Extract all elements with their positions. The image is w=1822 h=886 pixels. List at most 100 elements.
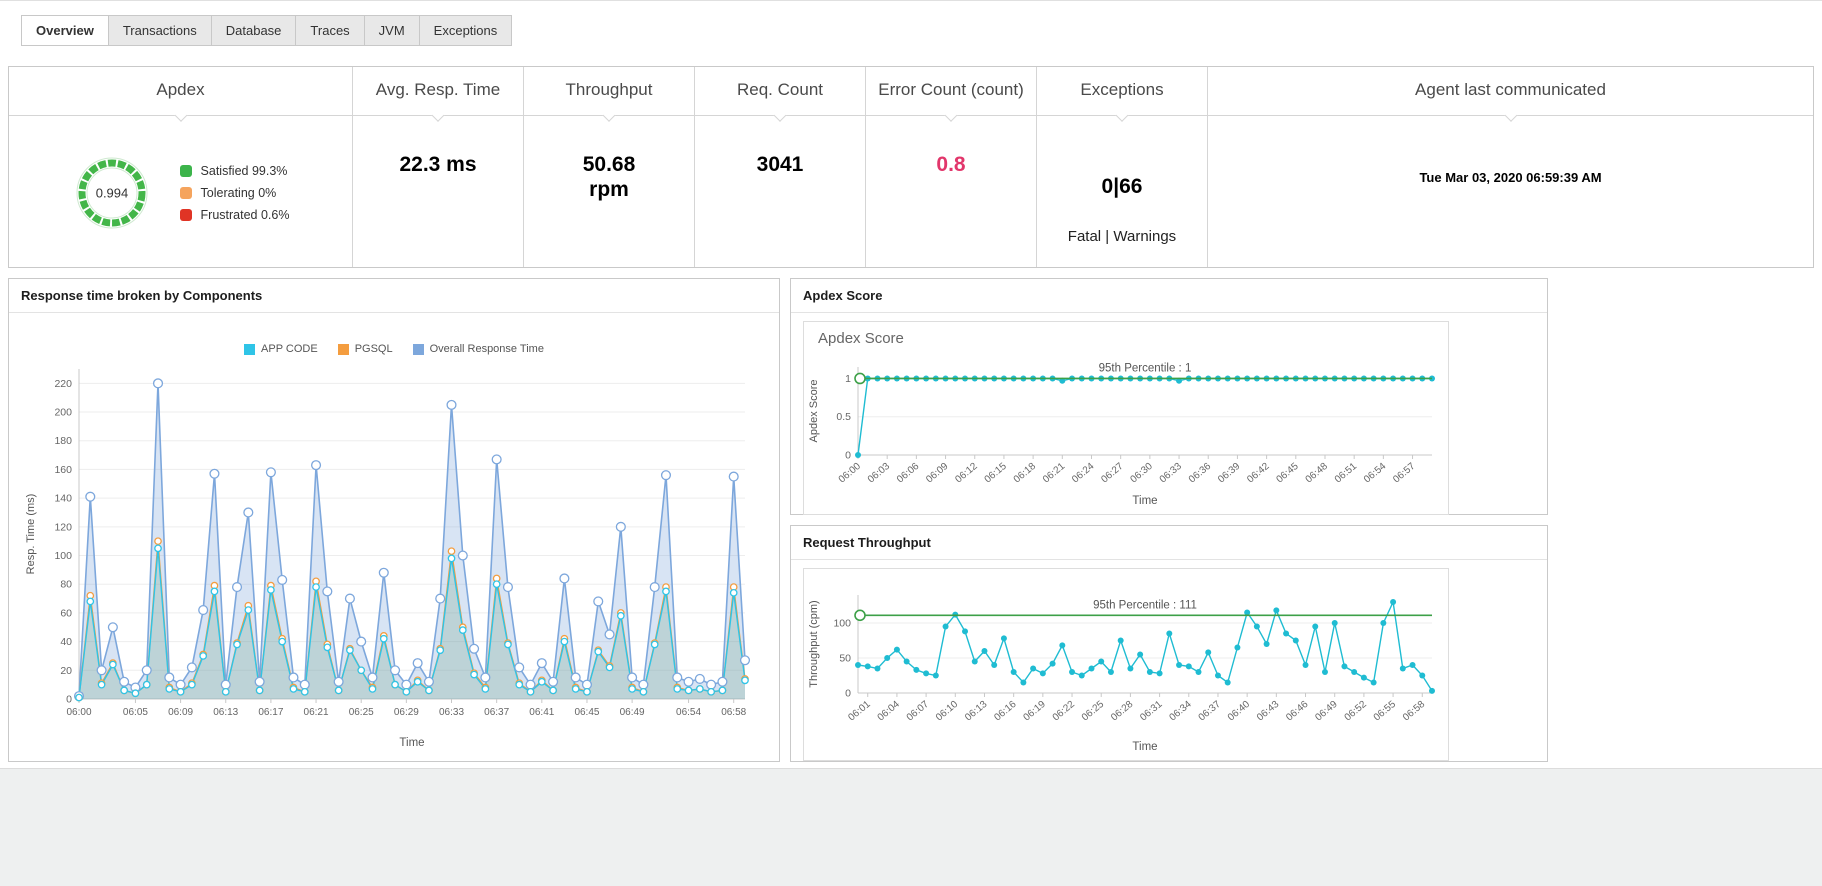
card-avg-resp-title: Avg. Resp. Time: [353, 67, 523, 116]
svg-text:06:46: 06:46: [1284, 699, 1311, 724]
svg-text:06:17: 06:17: [258, 707, 283, 718]
svg-text:140: 140: [54, 493, 72, 505]
main-content: Response time broken by Components APP C…: [8, 278, 1814, 762]
svg-text:06:37: 06:37: [1197, 699, 1224, 724]
svg-text:Throughput (cpm): Throughput (cpm): [808, 600, 820, 687]
svg-text:06:24: 06:24: [1070, 461, 1097, 486]
legend-swatch: [412, 343, 424, 355]
svg-text:0: 0: [845, 450, 851, 462]
svg-text:06:49: 06:49: [620, 707, 645, 718]
svg-text:06:42: 06:42: [1245, 461, 1272, 486]
apdex-legend-satisfied: Satisfied 99.3%: [179, 164, 290, 178]
legend-label: Overall Response Time: [429, 343, 544, 355]
svg-text:50: 50: [839, 653, 851, 665]
card-error-count-title: Error Count (count): [866, 67, 1036, 116]
apdex-score-panel-title: Apdex Score: [791, 279, 1547, 313]
legend-label: PGSQL: [354, 343, 393, 355]
svg-text:220: 220: [54, 378, 72, 390]
tab-exceptions[interactable]: Exceptions: [418, 15, 513, 46]
svg-text:06:39: 06:39: [1216, 461, 1243, 486]
exceptions-sub-label: Fatal | Warnings: [1067, 227, 1177, 245]
panel-apdex-score: Apdex Score Apdex Score 0 0.5 1 06:00 06:03 0…: [790, 278, 1548, 515]
card-throughput: Throughput 50.68 rpm: [524, 67, 695, 267]
legend-item-pgsql[interactable]: PGSQL: [337, 343, 393, 355]
svg-text:06:12: 06:12: [953, 461, 980, 486]
svg-text:95th Percentile : 111: 95th Percentile : 111: [1093, 599, 1197, 611]
svg-text:06:04: 06:04: [876, 699, 903, 724]
svg-text:0: 0: [845, 688, 851, 700]
satisfied-swatch: [179, 164, 192, 177]
svg-text:06:30: 06:30: [1129, 461, 1156, 486]
legend-item-app-code[interactable]: APP CODE: [244, 343, 318, 355]
svg-text:06:25: 06:25: [1080, 699, 1107, 724]
svg-text:160: 160: [54, 464, 72, 476]
tolerating-swatch: [179, 186, 192, 199]
response-time-chart: 0 20 40 60 80 100 120 140 160 180 200 220 06:00 06:05…: [21, 357, 779, 756]
panel-response-time: Response time broken by Components APP C…: [8, 278, 780, 762]
request-throughput-chart-box: 0 50 100 06:01 06:04 06:07 06:10 06:13 06:16 06:1…: [803, 568, 1449, 761]
agent-last-communicated-value: Tue Mar 03, 2020 06:59:39 AM: [1419, 170, 1602, 185]
svg-text:06:21: 06:21: [304, 707, 329, 718]
card-exceptions-title: Exceptions: [1037, 67, 1207, 116]
card-apdex: Apdex 0.994 Satisfied 99.3% Tolerating 0…: [9, 67, 353, 267]
svg-text:06:34: 06:34: [1167, 699, 1194, 724]
svg-text:80: 80: [60, 579, 72, 591]
svg-text:06:48: 06:48: [1304, 461, 1331, 486]
svg-text:06:05: 06:05: [123, 707, 148, 718]
svg-text:06:00: 06:00: [66, 707, 91, 718]
svg-text:0: 0: [66, 694, 72, 706]
svg-text:06:41: 06:41: [529, 707, 554, 718]
svg-text:06:27: 06:27: [1099, 461, 1126, 486]
svg-text:06:03: 06:03: [866, 461, 893, 486]
svg-text:06:45: 06:45: [574, 707, 599, 718]
exceptions-value: 0|66: [1101, 175, 1143, 199]
apdex-gauge: 0.994: [76, 157, 148, 228]
svg-text:20: 20: [60, 665, 72, 677]
svg-text:06:15: 06:15: [983, 461, 1010, 486]
tab-database[interactable]: Database: [210, 15, 297, 46]
tab-jvm[interactable]: JVM: [363, 15, 420, 46]
svg-text:06:40: 06:40: [1226, 699, 1253, 724]
svg-text:06:52: 06:52: [1343, 699, 1370, 724]
tab-overview[interactable]: Overview: [21, 15, 109, 46]
svg-text:06:00: 06:00: [837, 461, 864, 486]
apdex-legend-tolerating: Tolerating 0%: [179, 186, 290, 200]
svg-text:06:29: 06:29: [394, 707, 419, 718]
legend-item-overall-response-time[interactable]: Overall Response Time: [412, 343, 544, 355]
svg-text:Apdex Score: Apdex Score: [808, 380, 820, 443]
throughput-unit: rpm: [589, 178, 629, 202]
svg-text:0.5: 0.5: [836, 411, 851, 423]
svg-text:06:10: 06:10: [934, 699, 961, 724]
svg-text:06:06: 06:06: [895, 461, 922, 486]
throughput-number: 50.68: [582, 153, 636, 176]
bottom-strip: [0, 768, 1822, 886]
svg-text:06:13: 06:13: [963, 699, 990, 724]
right-column: Apdex Score Apdex Score 0 0.5 1 06:00 06:03 0…: [790, 278, 1548, 762]
apdex-legend: Satisfied 99.3% Tolerating 0% Frustrated…: [179, 156, 290, 230]
apdex-score-chart-box: Apdex Score 0 0.5 1 06:00 06:03 06:06 06:09 06:…: [803, 321, 1449, 515]
legend-swatch: [337, 343, 349, 355]
response-time-legend: APP CODE PGSQL Overall Response Time: [9, 343, 779, 355]
svg-text:Resp. Time (ms): Resp. Time (ms): [25, 494, 37, 575]
svg-text:06:57: 06:57: [1391, 461, 1418, 486]
svg-text:06:49: 06:49: [1313, 699, 1340, 724]
card-apdex-title: Apdex: [9, 67, 352, 116]
card-req-count-title: Req. Count: [695, 67, 865, 116]
svg-text:Time: Time: [1132, 495, 1157, 507]
svg-text:06:07: 06:07: [905, 699, 932, 724]
throughput-value: 50.68 rpm: [583, 152, 636, 267]
tab-transactions[interactable]: Transactions: [107, 15, 212, 46]
response_time-svg: 0 20 40 60 80 100 120 140 160 180 200 220 06:00 06:05…: [25, 369, 751, 749]
legend-swatch: [244, 343, 256, 355]
svg-text:Time: Time: [1132, 741, 1157, 753]
svg-text:100: 100: [54, 550, 72, 562]
svg-text:180: 180: [54, 435, 72, 447]
card-agent-title: Agent last communicated: [1208, 67, 1813, 116]
apdex-score-chart-title: Apdex Score: [818, 330, 904, 347]
panel-request-throughput: Request Throughput 0 50 100 06:01 06:04 06:07…: [790, 525, 1548, 762]
avg-resp-time-value: 22.3 ms: [399, 153, 477, 176]
legend-label: APP CODE: [261, 343, 318, 355]
frustrated-swatch: [179, 208, 192, 221]
tab-traces[interactable]: Traces: [295, 15, 365, 46]
request-throughput-chart: 0 50 100 06:01 06:04 06:07 06:10 06:13 06:16 06:1…: [804, 569, 1448, 760]
